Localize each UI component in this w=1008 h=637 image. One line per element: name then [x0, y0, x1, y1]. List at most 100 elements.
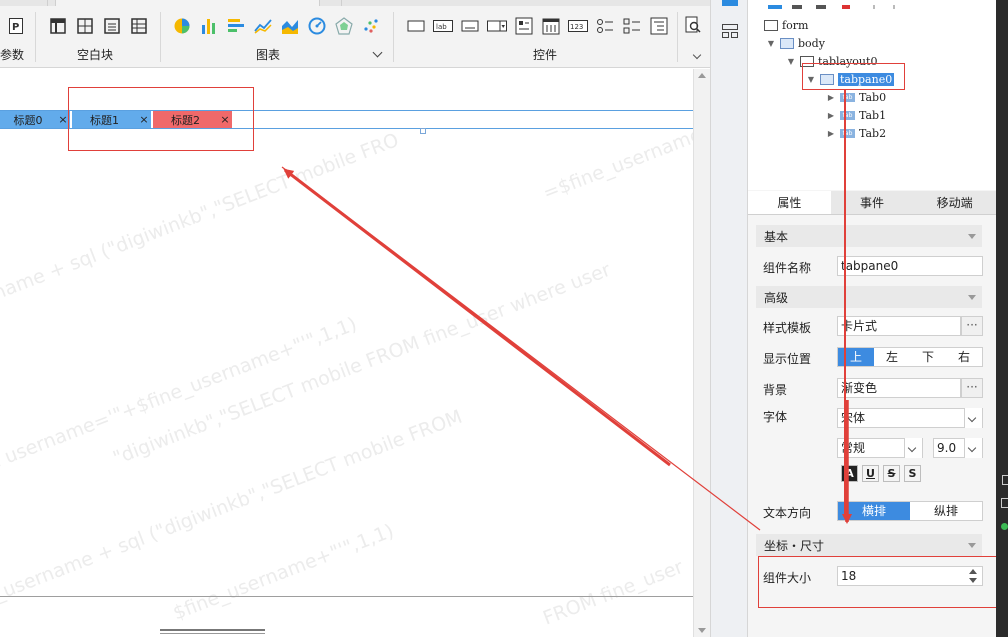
- ribbon-expand-chevron-icon[interactable]: [692, 50, 702, 60]
- radio-group-widget-icon[interactable]: [594, 15, 616, 37]
- dropdown-arrow-icon[interactable]: [964, 438, 982, 458]
- chart-caption: 图表: [256, 48, 281, 62]
- text-field-widget-icon[interactable]: [459, 15, 481, 37]
- scatter-chart-icon[interactable]: [360, 15, 382, 37]
- bar-chart-icon[interactable]: [198, 15, 220, 37]
- ribbon-tab-left[interactable]: [0, 0, 48, 6]
- collapsed-arrow-icon[interactable]: ▶: [826, 129, 836, 138]
- tree-node-tab1[interactable]: ▶ tab Tab1: [826, 107, 886, 123]
- scroll-up-icon[interactable]: [698, 73, 706, 78]
- svg-text:lab: lab: [436, 23, 447, 31]
- section-advanced[interactable]: 高级: [756, 286, 982, 308]
- style-template-more-button[interactable]: ···: [961, 316, 983, 336]
- background-field[interactable]: 渐变色: [837, 378, 961, 398]
- annotation-box-size: [758, 556, 1008, 608]
- font-family-select[interactable]: 宋体: [837, 408, 983, 428]
- ribbon-tab-active[interactable]: [55, 0, 320, 6]
- dropdown-arrow-icon[interactable]: [964, 408, 982, 428]
- tab-icon: tab: [840, 110, 855, 120]
- checkbox-group-widget-icon[interactable]: [513, 15, 535, 37]
- font-size-select[interactable]: 9.0: [933, 438, 983, 458]
- param-group: P 参数: [0, 8, 30, 66]
- ribbon-toolbar: P 参数 空白块 图表 lab 123 控件: [0, 0, 710, 68]
- report-block-icon[interactable]: [47, 15, 69, 37]
- collapse-arrow-icon[interactable]: [968, 543, 976, 548]
- underline-button[interactable]: U: [862, 465, 879, 482]
- radar-chart-icon[interactable]: [333, 15, 355, 37]
- tree-node-form[interactable]: form: [764, 17, 808, 33]
- tree-node-tab2[interactable]: ▶ tab Tab2: [826, 125, 886, 141]
- button-widget-icon[interactable]: [405, 15, 427, 37]
- component-tree-icon[interactable]: [722, 0, 738, 6]
- horizontal-bar-chart-icon[interactable]: [225, 15, 247, 37]
- grid-block-icon[interactable]: [74, 15, 96, 37]
- chart-expand-chevron-icon[interactable]: [372, 47, 383, 58]
- line-chart-icon[interactable]: [252, 15, 274, 37]
- vertical-option[interactable]: 纵排: [910, 502, 982, 520]
- tab-events[interactable]: 事件: [831, 191, 914, 214]
- position-bottom-option[interactable]: 下: [910, 348, 946, 366]
- pie-chart-icon[interactable]: [171, 15, 193, 37]
- strikethrough-button[interactable]: S: [883, 465, 900, 482]
- ribbon-divider: [160, 12, 161, 62]
- horizontal-option[interactable]: 横排: [838, 502, 910, 520]
- position-top-option[interactable]: 上: [838, 348, 874, 366]
- area-chart-icon[interactable]: [279, 15, 301, 37]
- number-widget-icon[interactable]: 123: [567, 15, 589, 37]
- component-name-input[interactable]: tabpane0: [837, 256, 983, 276]
- canvas-divider: [0, 596, 693, 597]
- font-family-value: 宋体: [841, 411, 866, 425]
- expanded-arrow-icon[interactable]: ▼: [786, 57, 796, 66]
- list-block-icon[interactable]: [101, 15, 123, 37]
- component-tree: form ▼ body ▼ tablayout0 ▼ tabpane0 ▶ ta…: [748, 0, 996, 190]
- design-canvas[interactable]: name + sql ("digiwinkb","SELECT mobile F…: [0, 69, 693, 637]
- collapse-arrow-icon[interactable]: [968, 295, 976, 300]
- checkbox-widget-icon[interactable]: [621, 15, 643, 37]
- shadow-button[interactable]: S: [904, 465, 921, 482]
- tab-icon: tab: [840, 92, 855, 102]
- canvas-vertical-scrollbar[interactable]: [693, 69, 710, 637]
- font-color-button[interactable]: A: [841, 465, 858, 482]
- canvas-tab-0[interactable]: 标题0 ×: [0, 111, 70, 128]
- tree-node-label: form: [782, 18, 809, 32]
- position-right-option[interactable]: 右: [946, 348, 982, 366]
- style-template-field[interactable]: 卡片式: [837, 316, 961, 336]
- tree-widget-icon[interactable]: [648, 15, 670, 37]
- ribbon-divider: [393, 12, 394, 62]
- chart-group: 图表: [171, 8, 389, 66]
- name-label: 组件名称: [763, 261, 812, 275]
- parameter-panel-icon[interactable]: P: [5, 15, 27, 37]
- tree-node-body[interactable]: ▼ body: [766, 35, 825, 51]
- label-widget-icon[interactable]: lab: [432, 15, 454, 37]
- section-basic[interactable]: 基本: [756, 225, 982, 247]
- scroll-down-icon[interactable]: [698, 628, 706, 633]
- ribbon-tab-extra[interactable]: [322, 0, 342, 6]
- tab-mobile[interactable]: 移动端: [913, 191, 996, 214]
- section-title: 高级: [764, 290, 789, 305]
- resize-handle[interactable]: [420, 128, 426, 134]
- tree-node-tab0[interactable]: ▶ tab Tab0: [826, 89, 886, 105]
- collapsed-arrow-icon[interactable]: ▶: [826, 111, 836, 120]
- table-block-icon[interactable]: [128, 15, 150, 37]
- tree-node-label: Tab1: [859, 108, 887, 122]
- status-dot-icon: [1001, 523, 1008, 530]
- position-left-option[interactable]: 左: [874, 348, 910, 366]
- section-title: 坐标・尺寸: [764, 538, 825, 553]
- preview-search-icon[interactable]: [682, 14, 704, 36]
- property-panel: form ▼ body ▼ tablayout0 ▼ tabpane0 ▶ ta…: [748, 0, 996, 637]
- section-coordinates[interactable]: 坐标・尺寸: [756, 534, 982, 556]
- collapse-arrow-icon[interactable]: [968, 234, 976, 239]
- date-widget-icon[interactable]: [540, 15, 562, 37]
- tab-properties[interactable]: 属性: [748, 191, 831, 214]
- combo-box-widget-icon[interactable]: [486, 15, 508, 37]
- tree-toolbar: [764, 0, 914, 9]
- dropdown-arrow-icon[interactable]: [904, 438, 922, 458]
- property-tabs: 属性 事件 移动端: [748, 191, 996, 215]
- gauge-chart-icon[interactable]: [306, 15, 328, 37]
- body-icon: [780, 37, 794, 49]
- collapsed-arrow-icon[interactable]: ▶: [826, 93, 836, 102]
- widget-library-icon[interactable]: [722, 24, 738, 38]
- expanded-arrow-icon[interactable]: ▼: [766, 39, 776, 48]
- font-style-select[interactable]: 常规: [837, 438, 923, 458]
- background-more-button[interactable]: ···: [961, 378, 983, 398]
